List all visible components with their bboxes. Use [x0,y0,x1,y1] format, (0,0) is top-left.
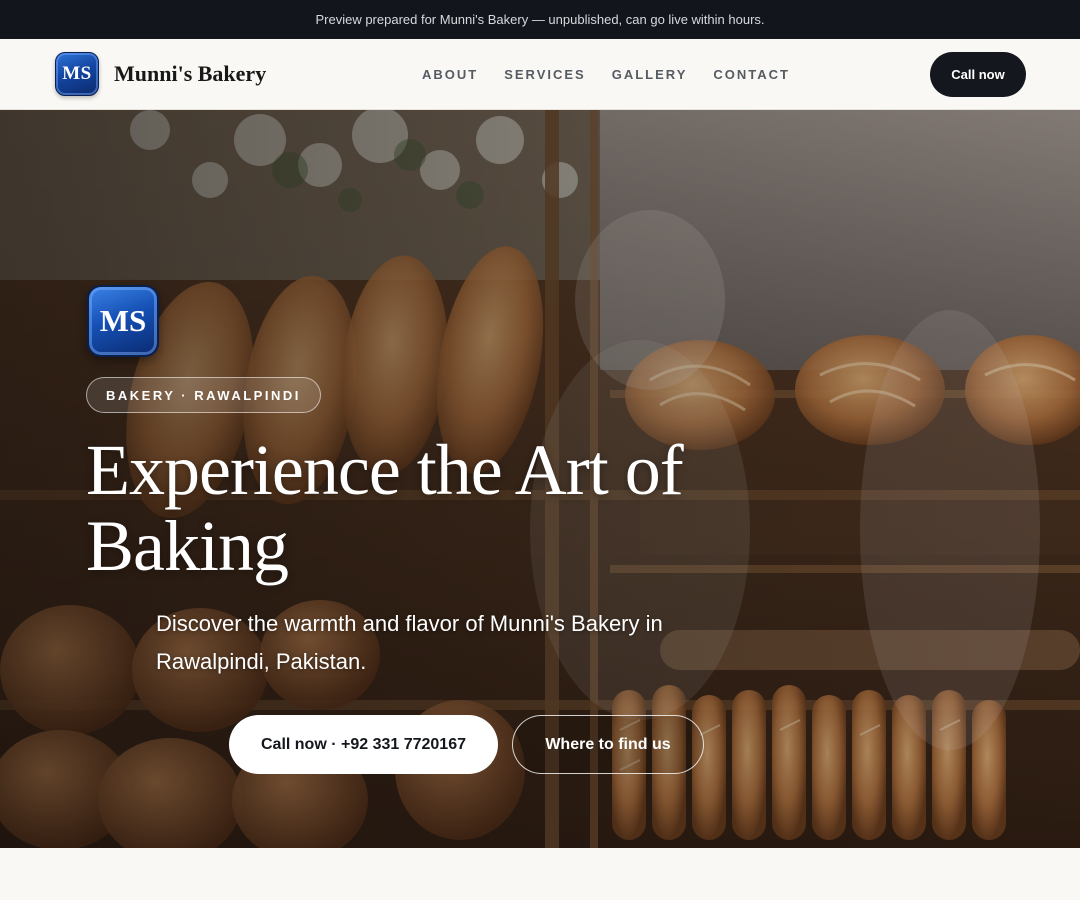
main-nav: ABOUT SERVICES GALLERY CONTACT [422,39,816,109]
brand-name: Munni's Bakery [114,61,267,86]
logo-text: MS [62,63,92,84]
hero-section: MS BAKERY · RAWALPINDI Experience the Ar… [0,110,1080,848]
header-call-button[interactable]: Call now [930,52,1026,97]
hero-logo-badge: MS [87,285,159,357]
where-to-find-us-button[interactable]: Where to find us [512,715,704,774]
preview-banner: Preview prepared for Munni's Bakery — un… [0,0,1080,39]
hero-category-tag: BAKERY · RAWALPINDI [86,377,321,413]
site-header: MS Munni's Bakery ABOUT SERVICES GALLERY… [0,39,1080,110]
hero-logo-text: MS [99,303,147,338]
preview-banner-text: Preview prepared for Munni's Bakery — un… [315,12,765,27]
call-now-phone-button[interactable]: Call now · +92 331 7720167 [229,715,498,774]
logo-badge: MS [55,52,99,96]
brand-home-link[interactable]: MS Munni's Bakery [55,52,266,96]
nav-about[interactable]: ABOUT [422,67,478,82]
nav-services[interactable]: SERVICES [504,67,586,82]
hero-subtitle: Discover the warmth and flavor of Munni'… [156,611,663,674]
nav-gallery[interactable]: GALLERY [612,67,688,82]
hero-title: Experience the Art of Baking [86,430,684,586]
nav-contact[interactable]: CONTACT [713,67,790,82]
